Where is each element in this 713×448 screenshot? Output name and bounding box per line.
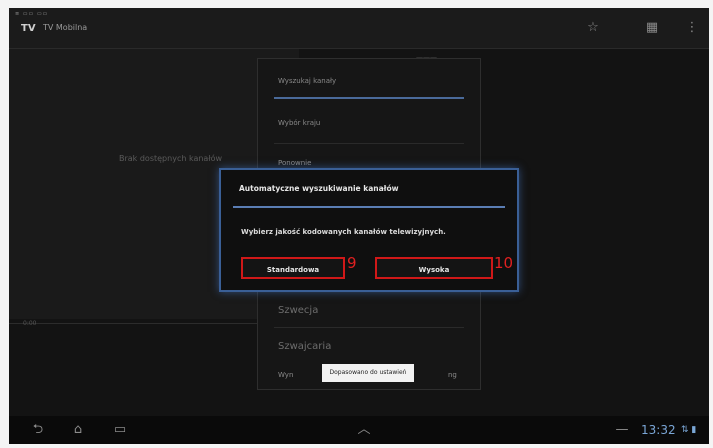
menu-title: Wyszukaj kanały [278, 77, 337, 85]
device-screen: ≡ ▭▭ ▭▭ TV TV Mobilna ☆ ▦ ⋮ Brak dostępn… [9, 8, 709, 444]
divider [274, 327, 464, 328]
annotation-number: 9 [347, 254, 357, 272]
menu-bottom-suffix: ng [448, 371, 457, 379]
notification-dash-icon: — [615, 422, 629, 437]
standard-quality-button[interactable]: Standardowa [241, 257, 345, 279]
action-bar: ≡ ▭▭ ▭▭ TV TV Mobilna ☆ ▦ ⋮ [9, 8, 709, 49]
chevron-up-icon[interactable]: ︿ [355, 421, 373, 439]
auto-search-dialog: Automatyczne wyszukiwanie kanałów Wybier… [219, 168, 519, 292]
menu-item-rescan[interactable]: Ponownie [278, 159, 311, 167]
app-title: TV Mobilna [43, 23, 88, 32]
menu-title-divider [274, 97, 464, 99]
country-item-switzerland[interactable]: Szwajcaria [278, 341, 331, 352]
menu-item-country[interactable]: Wybór kraju [278, 119, 320, 127]
star-icon[interactable]: ☆ [584, 19, 602, 37]
country-item-sweden[interactable]: Szwecja [278, 305, 318, 316]
dialog-title-divider [233, 206, 505, 208]
dialog-title: Automatyczne wyszukiwanie kanałów [239, 184, 399, 193]
high-quality-button[interactable]: Wysoka [375, 257, 493, 279]
divider [9, 323, 299, 324]
progress-time: 0:00 [23, 320, 37, 327]
calendar-icon[interactable]: ▦ [643, 19, 661, 37]
recent-apps-icon[interactable]: ▭ [111, 421, 129, 439]
toast-message: Dopasowano do ustawień [322, 364, 414, 382]
menu-bottom-prefix: Wyn [278, 371, 294, 379]
home-icon[interactable]: ⌂ [69, 421, 87, 439]
empty-channels-text: Brak dostępnych kanałów [119, 154, 223, 163]
signal-battery-icon: ⇅ ▮ [681, 425, 697, 435]
divider [274, 143, 464, 144]
overflow-menu-icon[interactable]: ⋮ [683, 19, 701, 37]
app-logo-icon: TV [21, 23, 36, 34]
dialog-message: Wybierz jakość kodowanych kanałów telewi… [241, 228, 446, 236]
status-indicators: ≡ ▭▭ ▭▭ [15, 11, 49, 17]
annotation-number: 10 [494, 254, 514, 272]
back-icon[interactable]: ⮌ [29, 421, 47, 439]
clock: 13:32 [641, 423, 676, 437]
system-nav-bar: ⮌ ⌂ ▭ ︿ — 13:32 ⇅ ▮ [9, 416, 709, 444]
